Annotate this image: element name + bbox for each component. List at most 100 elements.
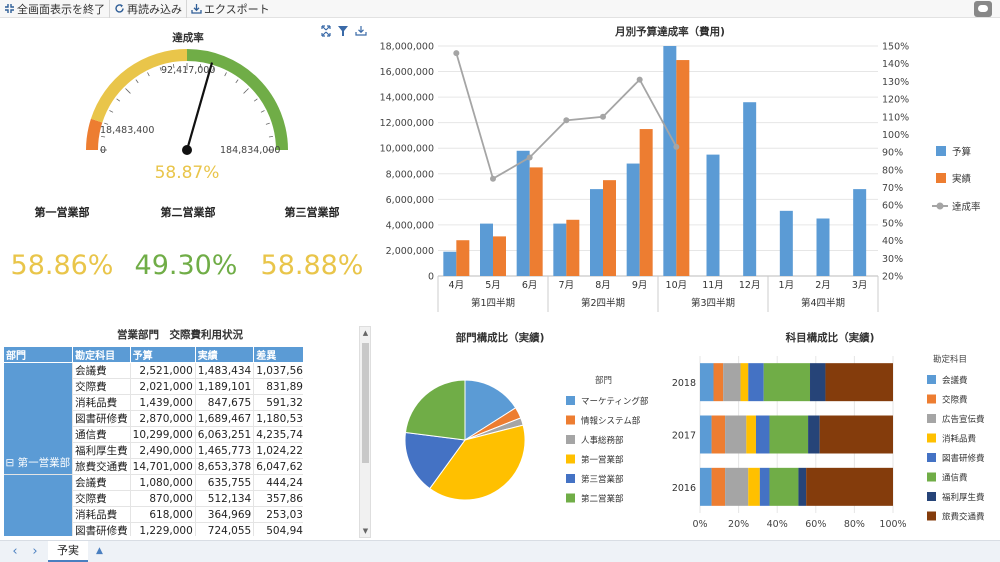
stacked-segment xyxy=(712,468,726,506)
group-label: 第3四半期 xyxy=(691,297,735,309)
col-header-actual[interactable]: 実績 xyxy=(195,347,253,363)
gauge-band-low xyxy=(92,121,97,150)
col-header-account[interactable]: 勘定科目 xyxy=(73,347,131,363)
account-cell[interactable]: 図書研修費 xyxy=(73,523,131,537)
dept-group-cell[interactable]: ⊟ 第三営業部 xyxy=(4,475,73,537)
scroll-up-icon[interactable]: ▲ xyxy=(362,329,369,337)
pie-legend-label: 第二営業部 xyxy=(581,494,624,505)
comment-icon[interactable] xyxy=(974,1,992,17)
monthly-chart-title: 月別予算達成率（費用) xyxy=(560,24,780,39)
value-cell[interactable]: 724,055 xyxy=(195,523,253,537)
value-cell[interactable]: 504,945 xyxy=(254,523,303,537)
value-cell[interactable]: 364,969 xyxy=(195,507,253,523)
value-cell[interactable]: 1,024,227 xyxy=(254,443,303,459)
pie-legend-swatch xyxy=(566,396,575,405)
account-cell[interactable]: 消耗品費 xyxy=(73,507,131,523)
y-tick-label: 2017 xyxy=(672,431,696,442)
account-cell[interactable]: 通信費 xyxy=(73,427,131,443)
value-cell[interactable]: 1,439,000 xyxy=(130,395,195,411)
next-sheet-icon[interactable]: › xyxy=(28,545,42,559)
rate-point xyxy=(563,117,569,123)
value-cell[interactable]: 4,235,749 xyxy=(254,427,303,443)
prev-sheet-icon[interactable]: ‹ xyxy=(8,545,22,559)
stacked-segment xyxy=(808,416,820,454)
value-cell[interactable]: 635,755 xyxy=(195,475,253,491)
scroll-thumb[interactable] xyxy=(362,343,369,463)
x-tick-label: 5月 xyxy=(485,280,501,291)
value-cell[interactable]: 1,689,467 xyxy=(195,411,253,427)
value-cell[interactable]: 10,299,000 xyxy=(130,427,195,443)
value-cell[interactable]: 1,189,101 xyxy=(195,379,253,395)
value-cell[interactable]: 591,325 xyxy=(254,395,303,411)
scroll-down-icon[interactable]: ▼ xyxy=(362,527,369,535)
value-cell[interactable]: 618,000 xyxy=(130,507,195,523)
table-row[interactable]: ⊟ 第三営業部会議費1,080,000635,755444,245 xyxy=(4,475,304,491)
rate-point xyxy=(453,50,459,56)
value-cell[interactable]: 831,899 xyxy=(254,379,303,395)
pie-legend-label: 人事総務部 xyxy=(581,435,624,446)
stack-legend-label: 会議費 xyxy=(942,375,968,386)
col-header-dept[interactable]: 部門 xyxy=(4,347,73,363)
y2-tick-label: 90% xyxy=(882,148,903,159)
rate-point xyxy=(527,154,533,160)
table-scrollbar[interactable]: ▲ ▼ xyxy=(359,326,371,538)
value-cell[interactable]: 1,037,566 xyxy=(254,363,303,379)
value-cell[interactable]: 2,021,000 xyxy=(130,379,195,395)
value-cell[interactable]: 2,870,000 xyxy=(130,411,195,427)
value-cell[interactable]: 444,245 xyxy=(254,475,303,491)
pie-legend-swatch xyxy=(566,416,575,425)
bar-budget xyxy=(480,224,493,276)
export-button[interactable]: エクスポート xyxy=(187,0,274,18)
sheet-tab[interactable]: 予実 xyxy=(48,541,88,562)
y-tick-label: 8,000,000 xyxy=(386,169,434,180)
table-row[interactable]: ⊟ 第一営業部会議費2,521,0001,483,4341,037,566 xyxy=(4,363,304,379)
value-cell[interactable]: 1,465,773 xyxy=(195,443,253,459)
bar-actual xyxy=(530,167,543,276)
bar-actual xyxy=(493,236,506,276)
col-header-budget[interactable]: 予算 xyxy=(130,347,195,363)
download-icon[interactable] xyxy=(356,26,366,35)
value-cell[interactable]: 357,866 xyxy=(254,491,303,507)
value-cell[interactable]: 14,701,000 xyxy=(130,459,195,475)
legend-swatch-budget xyxy=(936,146,946,156)
dept-group-cell[interactable]: ⊟ 第一営業部 xyxy=(4,363,73,475)
x-tick-label: 9月 xyxy=(632,280,648,291)
value-cell[interactable]: 847,675 xyxy=(195,395,253,411)
stacked-segment xyxy=(810,363,825,401)
y-tick-label: 18,000,000 xyxy=(380,42,434,53)
col-header-diff[interactable]: 差異 xyxy=(254,347,303,363)
y2-tick-label: 30% xyxy=(882,254,903,265)
sheet-menu-icon[interactable]: ▲ xyxy=(96,544,106,558)
value-cell[interactable]: 1,080,000 xyxy=(130,475,195,491)
y-tick-label: 10,000,000 xyxy=(380,144,434,155)
account-cell[interactable]: 交際費 xyxy=(73,491,131,507)
value-cell[interactable]: 870,000 xyxy=(130,491,195,507)
reload-button[interactable]: 再読み込み xyxy=(110,0,187,18)
account-cell[interactable]: 旅費交通費 xyxy=(73,459,131,475)
legend-label-budget: 予算 xyxy=(952,146,971,158)
stacked-segment xyxy=(748,468,760,506)
expand-icon[interactable] xyxy=(322,26,330,36)
value-cell[interactable]: 1,180,533 xyxy=(254,411,303,427)
exit-fullscreen-button[interactable]: 全画面表示を終了 xyxy=(0,0,110,18)
account-cell[interactable]: 図書研修費 xyxy=(73,411,131,427)
account-cell[interactable]: 会議費 xyxy=(73,363,131,379)
value-cell[interactable]: 253,031 xyxy=(254,507,303,523)
account-cell[interactable]: 福利厚生費 xyxy=(73,443,131,459)
account-cell[interactable]: 会議費 xyxy=(73,475,131,491)
account-cell[interactable]: 消耗品費 xyxy=(73,395,131,411)
dept-name-3: 第三営業部 xyxy=(252,204,372,220)
pie-legend-label: 第三営業部 xyxy=(581,474,624,485)
gauge-tick xyxy=(109,111,113,113)
value-cell[interactable]: 6,063,251 xyxy=(195,427,253,443)
filter-icon[interactable] xyxy=(338,26,348,36)
value-cell[interactable]: 2,521,000 xyxy=(130,363,195,379)
value-cell[interactable]: 1,229,000 xyxy=(130,523,195,537)
value-cell[interactable]: 1,483,434 xyxy=(195,363,253,379)
value-cell[interactable]: 2,490,000 xyxy=(130,443,195,459)
account-cell[interactable]: 交際費 xyxy=(73,379,131,395)
value-cell[interactable]: 8,653,378 xyxy=(195,459,253,475)
value-cell[interactable]: 512,134 xyxy=(195,491,253,507)
stacked-segment xyxy=(746,416,756,454)
value-cell[interactable]: 6,047,622 xyxy=(254,459,303,475)
